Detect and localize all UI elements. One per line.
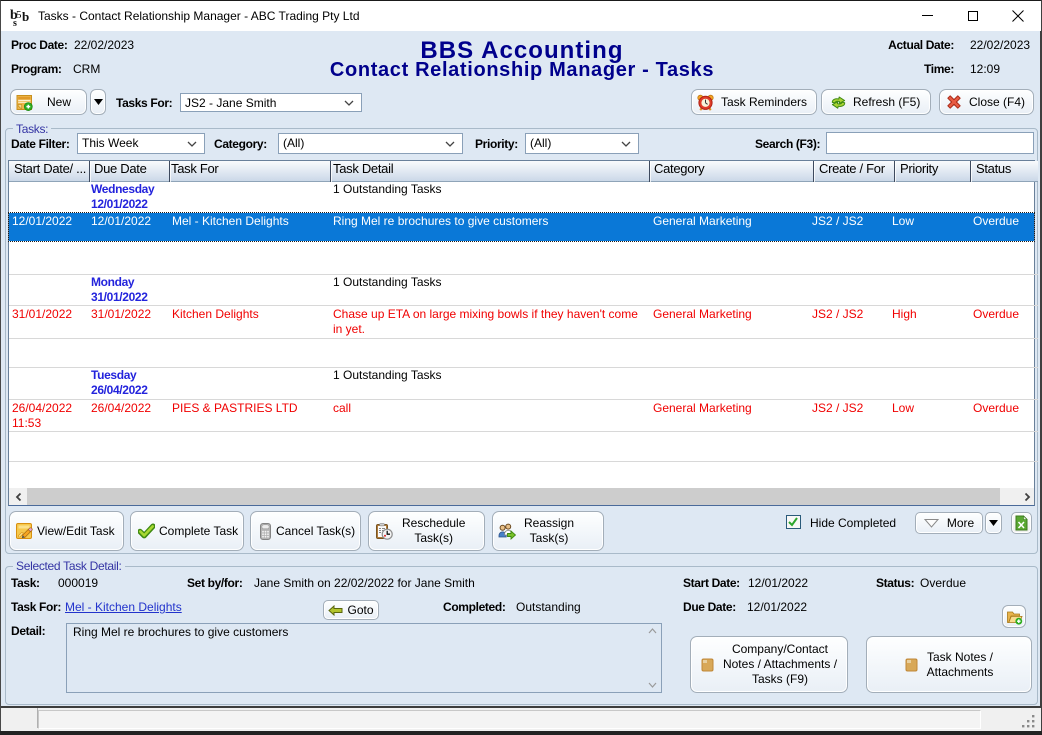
svg-text:b: b bbox=[22, 9, 29, 24]
svg-text:s: s bbox=[13, 18, 17, 27]
